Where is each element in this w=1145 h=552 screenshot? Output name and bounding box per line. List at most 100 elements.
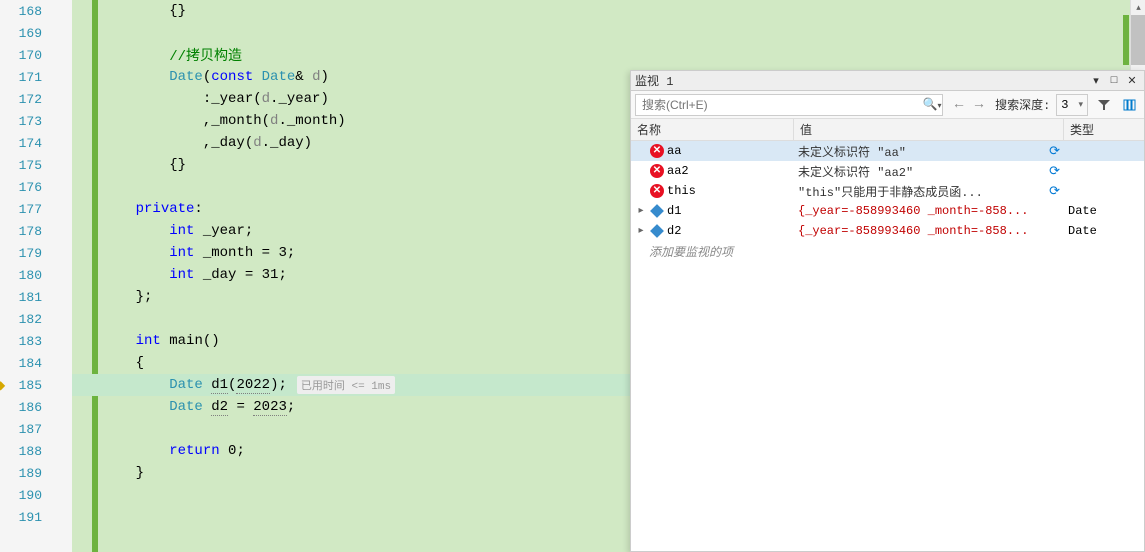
overview-change-marker [1123, 15, 1129, 65]
watch-value-cell: {_year=-858993460 _month=-858... [794, 224, 1064, 238]
search-prev-button[interactable]: ← [949, 95, 969, 115]
gutter-line: 168 [0, 0, 72, 22]
watch-name-text: this [667, 184, 696, 198]
watch-panel-titlebar[interactable]: 监视 1 ▾ □ ✕ [631, 71, 1144, 91]
watch-row[interactable]: ✕this"this"只能用于非静态成员函...⟳ [631, 181, 1144, 201]
error-icon: ✕ [650, 184, 664, 198]
watch-row[interactable]: ▸ d1 {_year=-858993460 _month=-858... Date [631, 201, 1144, 221]
line-number: 178 [0, 224, 50, 239]
watch-table-headers: 名称 值 类型 [631, 119, 1144, 141]
line-number: 170 [0, 48, 50, 63]
watch-name-text: d1 [667, 204, 681, 218]
refresh-icon[interactable]: ⟳ [1049, 184, 1060, 199]
watch-row[interactable]: ✕aa未定义标识符 "aa"⟳ [631, 141, 1144, 161]
watch-name-text: d2 [667, 224, 681, 238]
gutter-line: 188 [0, 440, 72, 462]
expand-toggle[interactable]: ▸ [635, 205, 647, 217]
watch-value-text: {_year=-858993460 _month=-858... [798, 224, 1028, 238]
gutter-line: 189 [0, 462, 72, 484]
line-number: 183 [0, 334, 50, 349]
search-icon[interactable]: 🔍▾ [922, 97, 942, 112]
search-input[interactable] [636, 95, 922, 115]
watch-name-cell: ✕aa [631, 144, 794, 158]
watch-value-text: {_year=-858993460 _month=-858... [798, 204, 1028, 218]
error-icon: ✕ [650, 164, 664, 178]
filter-icon[interactable] [1094, 95, 1114, 115]
depth-select[interactable]: 3 ▾ [1056, 94, 1088, 116]
gutter-line: 182 [0, 308, 72, 330]
editor-gutter: 168169170171−172173174175176177178179180… [0, 0, 72, 552]
search-nav-arrows: ← → [949, 95, 989, 115]
watch-name-text: aa2 [667, 164, 689, 178]
line-number: 177 [0, 202, 50, 217]
scroll-thumb[interactable] [1131, 15, 1145, 65]
depth-value: 3 [1061, 98, 1068, 112]
watch-name-cell: ▸ d2 [631, 224, 794, 238]
line-number: 182 [0, 312, 50, 327]
watch-value-cell: {_year=-858993460 _month=-858... [794, 204, 1064, 218]
code-line[interactable]: //拷贝构造 [72, 44, 1130, 66]
line-number: 169 [0, 26, 50, 41]
watch-value-text: 未定义标识符 "aa2" [798, 163, 913, 180]
line-number: 187 [0, 422, 50, 437]
line-number: 188 [0, 444, 50, 459]
line-number: 172 [0, 92, 50, 107]
gutter-line: 180 [0, 264, 72, 286]
timing-hint: 已用时间 <= 1ms [297, 376, 395, 394]
header-type[interactable]: 类型 [1064, 119, 1144, 140]
line-number: 180 [0, 268, 50, 283]
expand-toggle[interactable]: ▸ [635, 225, 647, 237]
line-number: 181 [0, 290, 50, 305]
gutter-line: 191 [0, 506, 72, 528]
gutter-line: 184 [0, 352, 72, 374]
watch-type-cell: Date [1064, 224, 1144, 238]
dropdown-button[interactable]: ▾ [1088, 73, 1104, 89]
maximize-button[interactable]: □ [1106, 73, 1122, 89]
line-number: 189 [0, 466, 50, 481]
search-box: 🔍▾ [635, 94, 943, 116]
gutter-line: 181 [0, 286, 72, 308]
gutter-line: 171− [0, 66, 72, 88]
gutter-line: ◆185 [0, 374, 72, 396]
scroll-up-button[interactable]: ▴ [1131, 0, 1145, 15]
titlebar-buttons: ▾ □ ✕ [1088, 73, 1140, 89]
columns-icon[interactable] [1120, 95, 1140, 115]
gutter-line: 173 [0, 110, 72, 132]
gutter-line: 172 [0, 88, 72, 110]
watch-name-text: aa [667, 144, 681, 158]
code-line[interactable] [72, 22, 1130, 44]
line-number: 191 [0, 510, 50, 525]
header-value[interactable]: 值 [794, 119, 1064, 140]
gutter-line: 174 [0, 132, 72, 154]
line-number: 171 [0, 70, 50, 85]
watch-value-cell: 未定义标识符 "aa"⟳ [794, 143, 1064, 160]
search-next-button[interactable]: → [969, 95, 989, 115]
depth-label: 搜索深度: [995, 96, 1050, 113]
line-number: 185 [0, 378, 50, 393]
gutter-line: 176 [0, 176, 72, 198]
gutter-line: 175 [0, 154, 72, 176]
watch-name-cell: ✕this [631, 184, 794, 198]
watch-row[interactable]: ▸ d2 {_year=-858993460 _month=-858... Date [631, 221, 1144, 241]
watch-add-row[interactable]: 添加要监视的项 [631, 241, 1144, 261]
object-icon [650, 224, 664, 238]
gutter-line: 178 [0, 220, 72, 242]
watch-panel-title: 监视 1 [635, 72, 1088, 89]
watch-value-cell: "this"只能用于非静态成员函...⟳ [794, 183, 1064, 200]
gutter-line: 169 [0, 22, 72, 44]
header-name[interactable]: 名称 [631, 119, 794, 140]
line-number: 184 [0, 356, 50, 371]
watch-type-cell: Date [1064, 204, 1144, 218]
refresh-icon[interactable]: ⟳ [1049, 144, 1060, 159]
gutter-line: 177 [0, 198, 72, 220]
line-number: 186 [0, 400, 50, 415]
code-line[interactable]: {} [72, 0, 1130, 22]
watch-row[interactable]: ✕aa2 未定义标识符 "aa2" ⟳ [631, 161, 1144, 181]
watch-value-cell: 未定义标识符 "aa2" ⟳ [794, 163, 1064, 180]
gutter-line: 186 [0, 396, 72, 418]
refresh-icon[interactable]: ⟳ [1049, 164, 1060, 179]
object-icon [650, 204, 664, 218]
close-button[interactable]: ✕ [1124, 73, 1140, 89]
line-number: 173 [0, 114, 50, 129]
watch-table-body: ✕aa未定义标识符 "aa"⟳✕aa2未定义标识符 "aa2"⟳✕this"th… [631, 141, 1144, 551]
